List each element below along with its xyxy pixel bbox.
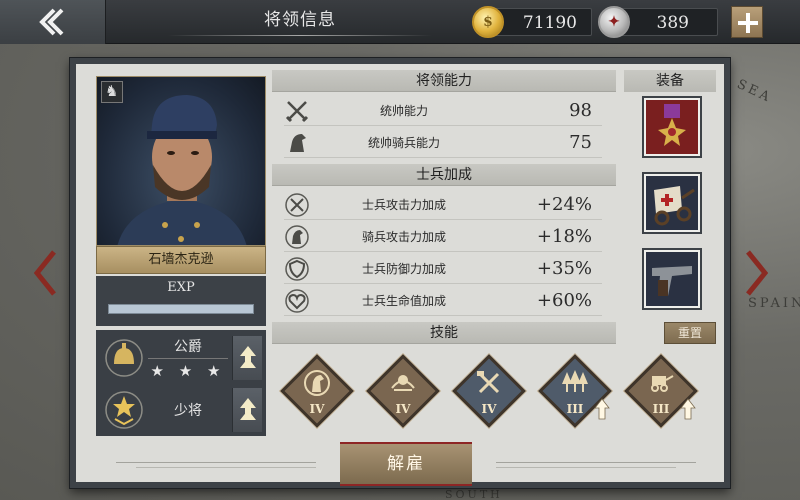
nobility-stars: ★ ★ ★ bbox=[150, 362, 226, 380]
health-bonus-icon bbox=[285, 289, 309, 313]
skill-slot-5[interactable]: III bbox=[622, 352, 700, 430]
horse-icon bbox=[290, 134, 306, 152]
ambulance-wagon-icon bbox=[646, 176, 698, 230]
general-info-panel: ♞ 石墙杰克逊 EXP 公爵 ★ ★ ★ 少将 将领能力 统帅能力 98 统帅骑… bbox=[70, 58, 730, 488]
nobility-divider bbox=[148, 358, 228, 359]
add-currency-button[interactable] bbox=[731, 6, 763, 38]
medal-amount: 389 bbox=[656, 13, 689, 33]
stat-label: 统帅能力 bbox=[379, 104, 428, 118]
nobility-row: 公爵 ★ ★ ★ bbox=[96, 332, 266, 384]
attack-bonus-icon bbox=[285, 193, 309, 217]
stat-label: 士兵生命值加成 bbox=[361, 294, 446, 308]
command-header: 将领能力 bbox=[272, 70, 616, 92]
military-rank-icon bbox=[105, 391, 143, 429]
stat-value: 98 bbox=[569, 100, 592, 121]
equipment-slot-pistol[interactable] bbox=[642, 248, 702, 310]
crossed-swords-icon bbox=[285, 101, 309, 123]
left-divider bbox=[116, 462, 316, 463]
nobility-helmet-icon bbox=[105, 339, 143, 377]
skills-header: 技能 bbox=[272, 322, 616, 344]
military-rank: 少将 bbox=[174, 403, 202, 419]
stat-row-cavalry-command: 统帅骑兵能力 75 bbox=[284, 128, 602, 158]
skill-level: IV bbox=[395, 402, 411, 416]
back-arrow-icon bbox=[39, 8, 64, 36]
pistol-icon bbox=[646, 252, 698, 306]
top-bar: 将领信息 71190 $ 389 ✦ bbox=[0, 0, 800, 44]
skill-slot-1[interactable]: IV bbox=[278, 352, 356, 430]
nobility-upgrade-button[interactable] bbox=[232, 336, 262, 380]
stat-value: +18% bbox=[536, 226, 592, 247]
map-label-spain: SPAIN bbox=[748, 296, 800, 311]
page-title-wrap: 将领信息 bbox=[168, 0, 432, 44]
skill-slot-4[interactable]: III bbox=[536, 352, 614, 430]
stat-row-command: 统帅能力 98 bbox=[284, 96, 602, 126]
stat-row-attack-bonus: 士兵攻击力加成 +24% bbox=[284, 190, 602, 220]
page-title: 将领信息 bbox=[264, 10, 336, 30]
military-rank-row: 少将 bbox=[96, 384, 266, 436]
upgrade-arrow-icon bbox=[240, 398, 256, 420]
stat-value: +24% bbox=[536, 194, 592, 215]
general-portrait: ♞ bbox=[96, 76, 266, 246]
skill-level: IV bbox=[481, 402, 497, 416]
exp-panel: EXP bbox=[96, 276, 266, 326]
stat-row-cavalry-bonus: 骑兵攻击力加成 +18% bbox=[284, 222, 602, 252]
next-general-arrow-icon[interactable] bbox=[746, 250, 768, 296]
cavalry-charge-skill-icon bbox=[391, 375, 415, 391]
stat-row-health-bonus: 士兵生命值加成 +60% bbox=[284, 286, 602, 316]
nobility-title: 公爵 bbox=[174, 339, 202, 355]
exp-label: EXP bbox=[167, 280, 195, 295]
rank-panel: 公爵 ★ ★ ★ 少将 bbox=[96, 330, 266, 436]
equipment-slot-wagon[interactable] bbox=[642, 172, 702, 234]
stat-label: 统帅骑兵能力 bbox=[367, 136, 440, 150]
stat-value: +60% bbox=[536, 290, 592, 311]
rank-upgrade-button[interactable] bbox=[232, 388, 262, 432]
skill-slot-2[interactable]: IV bbox=[364, 352, 442, 430]
skill-level: IV bbox=[309, 402, 325, 416]
map-label-south: SOUTH bbox=[445, 488, 503, 500]
stat-label: 士兵攻击力加成 bbox=[361, 198, 446, 212]
gold-coin-icon: $ bbox=[472, 6, 504, 38]
upgrade-arrow-icon bbox=[240, 346, 256, 368]
skill-upgrade-arrow-icon bbox=[680, 398, 696, 420]
medal-icon bbox=[646, 100, 698, 154]
equipment-header: 装备 bbox=[624, 70, 716, 92]
skill-slot-3[interactable]: IV bbox=[450, 352, 528, 430]
equipment-slot-medal[interactable] bbox=[642, 96, 702, 158]
stat-label: 士兵防御力加成 bbox=[361, 262, 446, 276]
left-divider-2 bbox=[136, 467, 316, 468]
cavalry-type-badge: ♞ bbox=[101, 81, 123, 103]
right-divider bbox=[496, 462, 696, 463]
skill-upgrade-arrow-icon bbox=[594, 398, 610, 420]
right-divider-2 bbox=[496, 467, 676, 468]
horse-emblem-skill-icon bbox=[304, 370, 330, 396]
silver-medal-icon: ✦ bbox=[598, 6, 630, 38]
general-name: 石墙杰克逊 bbox=[96, 246, 266, 274]
defense-bonus-icon bbox=[285, 257, 309, 281]
stat-label: 骑兵攻击力加成 bbox=[361, 230, 446, 244]
forest-skill-icon bbox=[562, 370, 588, 392]
stat-value: 75 bbox=[569, 132, 592, 153]
previous-general-arrow-icon[interactable] bbox=[34, 250, 56, 296]
crossed-weapons-skill-icon bbox=[477, 371, 500, 394]
stat-row-defense-bonus: 士兵防御力加成 +35% bbox=[284, 254, 602, 284]
bonus-header: 士兵加成 bbox=[272, 164, 616, 186]
back-button[interactable] bbox=[0, 0, 106, 44]
wagon-skill-icon bbox=[651, 375, 674, 392]
stat-value: +35% bbox=[536, 258, 592, 279]
exp-progress-bar bbox=[108, 304, 254, 314]
cavalry-bonus-icon bbox=[285, 225, 309, 249]
knight-icon: ♞ bbox=[105, 82, 119, 100]
reset-skills-button[interactable]: 重置 bbox=[664, 322, 716, 344]
dismiss-general-button[interactable]: 解雇 bbox=[340, 442, 472, 486]
gold-amount: 71190 bbox=[522, 13, 577, 33]
title-underline bbox=[168, 35, 432, 36]
